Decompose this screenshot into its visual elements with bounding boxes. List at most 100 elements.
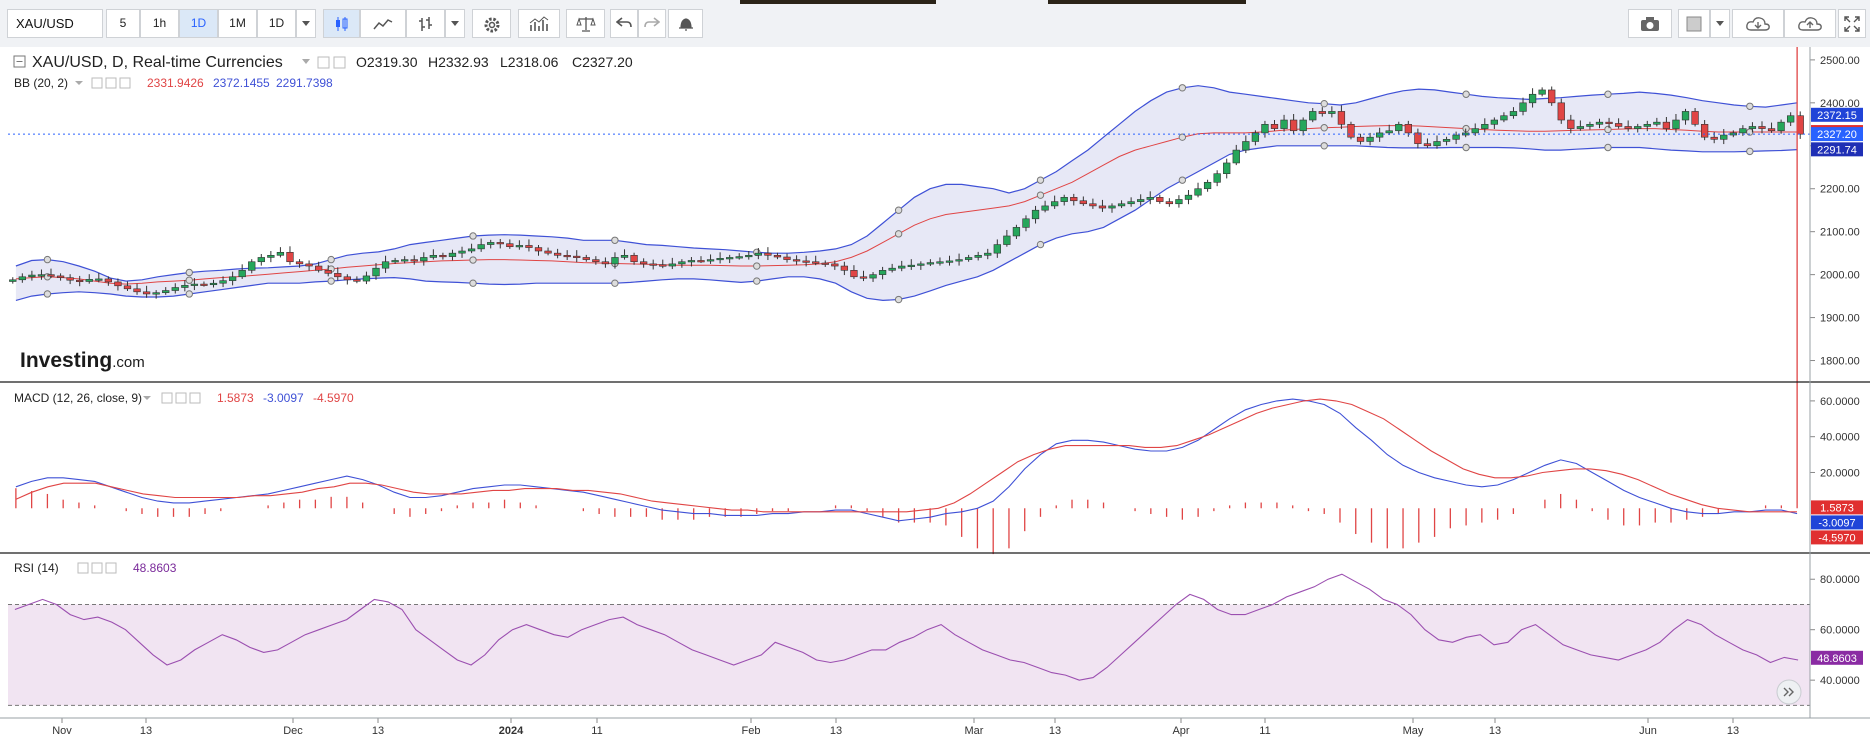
- candle[interactable]: [1595, 121, 1604, 125]
- candle[interactable]: [228, 276, 237, 281]
- candle[interactable]: [1739, 128, 1747, 134]
- candle[interactable]: [142, 291, 151, 295]
- candle[interactable]: [1605, 121, 1613, 124]
- candle[interactable]: [219, 280, 227, 284]
- candle[interactable]: [171, 287, 179, 291]
- candle[interactable]: [764, 252, 772, 256]
- candle[interactable]: [1299, 119, 1307, 132]
- candle[interactable]: [1089, 203, 1097, 207]
- candle[interactable]: [439, 255, 447, 258]
- candle[interactable]: [248, 261, 256, 271]
- interval-1d-button[interactable]: 1D: [179, 9, 218, 38]
- candle[interactable]: [582, 257, 590, 260]
- candle[interactable]: [812, 261, 820, 264]
- candle[interactable]: [1471, 128, 1479, 134]
- candle[interactable]: [1567, 119, 1575, 129]
- candle[interactable]: [1538, 89, 1546, 95]
- bar-chart-type-button[interactable]: [406, 9, 445, 38]
- candle[interactable]: [496, 242, 504, 245]
- candle[interactable]: [162, 290, 170, 293]
- candle[interactable]: [343, 276, 351, 281]
- candle[interactable]: [1022, 218, 1030, 228]
- candle[interactable]: [372, 267, 380, 277]
- scroll-to-realtime-button[interactable]: [1776, 679, 1802, 705]
- compare-button[interactable]: [566, 9, 605, 38]
- candle[interactable]: [9, 279, 17, 282]
- candle[interactable]: [802, 260, 810, 263]
- candle[interactable]: [1433, 141, 1441, 147]
- line-chart-type-button[interactable]: [360, 9, 406, 38]
- candle[interactable]: [1548, 89, 1556, 104]
- candle[interactable]: [1509, 111, 1518, 117]
- candle[interactable]: [1423, 143, 1432, 147]
- candle[interactable]: [1557, 102, 1565, 121]
- candle[interactable]: [869, 274, 877, 279]
- candle[interactable]: [592, 259, 600, 263]
- candle[interactable]: [1309, 111, 1317, 121]
- candle[interactable]: [878, 270, 887, 275]
- candle[interactable]: [334, 273, 342, 278]
- candle[interactable]: [859, 276, 868, 279]
- candle[interactable]: [362, 275, 371, 282]
- redo-button[interactable]: [638, 9, 666, 38]
- candle[interactable]: [1758, 126, 1766, 129]
- candle[interactable]: [1041, 205, 1049, 211]
- candle[interactable]: [238, 270, 246, 278]
- candle[interactable]: [209, 282, 218, 286]
- candle[interactable]: [534, 247, 543, 252]
- symbol-input[interactable]: XAU/USD: [7, 9, 103, 38]
- candle[interactable]: [1576, 126, 1585, 129]
- candle[interactable]: [448, 252, 457, 257]
- candle[interactable]: [1767, 128, 1776, 132]
- candle[interactable]: [726, 257, 734, 260]
- candle[interactable]: [506, 243, 514, 248]
- undo-button[interactable]: [610, 9, 638, 38]
- candle[interactable]: [1376, 132, 1384, 138]
- candle[interactable]: [1108, 205, 1116, 209]
- candle[interactable]: [1003, 235, 1011, 245]
- candle[interactable]: [1634, 126, 1642, 129]
- candle[interactable]: [1098, 205, 1107, 209]
- candle[interactable]: [1710, 136, 1718, 140]
- candle[interactable]: [1777, 121, 1785, 132]
- candle[interactable]: [467, 248, 476, 252]
- candle[interactable]: [104, 278, 113, 283]
- candle[interactable]: [525, 245, 533, 248]
- candle[interactable]: [984, 252, 992, 256]
- candle[interactable]: [1270, 124, 1279, 129]
- cloud-save-button[interactable]: [1784, 9, 1836, 38]
- candle[interactable]: [28, 274, 36, 278]
- candle[interactable]: [1232, 149, 1240, 164]
- candles-chart-type-button[interactable]: [323, 9, 360, 38]
- candle[interactable]: [458, 250, 466, 254]
- candle[interactable]: [792, 259, 801, 262]
- screenshot-button[interactable]: [1628, 9, 1672, 38]
- candle[interactable]: [1165, 201, 1174, 205]
- candle[interactable]: [745, 255, 753, 258]
- candle[interactable]: [620, 255, 629, 258]
- interval-1h-button[interactable]: 1h: [140, 9, 179, 38]
- candle[interactable]: [1442, 139, 1451, 142]
- candle[interactable]: [1175, 199, 1183, 205]
- candle[interactable]: [1184, 194, 1193, 200]
- candle[interactable]: [286, 251, 294, 263]
- candle[interactable]: [37, 274, 46, 277]
- candle[interactable]: [955, 259, 963, 262]
- candle[interactable]: [276, 251, 285, 256]
- chart-type-dropdown-button[interactable]: [445, 9, 465, 38]
- candle[interactable]: [611, 257, 619, 265]
- candle[interactable]: [1643, 124, 1651, 127]
- candle[interactable]: [1490, 119, 1498, 125]
- candle[interactable]: [697, 260, 705, 263]
- candle[interactable]: [831, 263, 839, 267]
- candle[interactable]: [410, 259, 418, 262]
- candle[interactable]: [1117, 203, 1126, 207]
- candle[interactable]: [1318, 111, 1326, 114]
- candle[interactable]: [1223, 162, 1231, 174]
- candle[interactable]: [200, 283, 208, 286]
- candle[interactable]: [840, 265, 849, 271]
- candle[interactable]: [76, 279, 84, 283]
- candle[interactable]: [678, 261, 686, 265]
- candle[interactable]: [1614, 123, 1623, 127]
- candle[interactable]: [1672, 119, 1680, 129]
